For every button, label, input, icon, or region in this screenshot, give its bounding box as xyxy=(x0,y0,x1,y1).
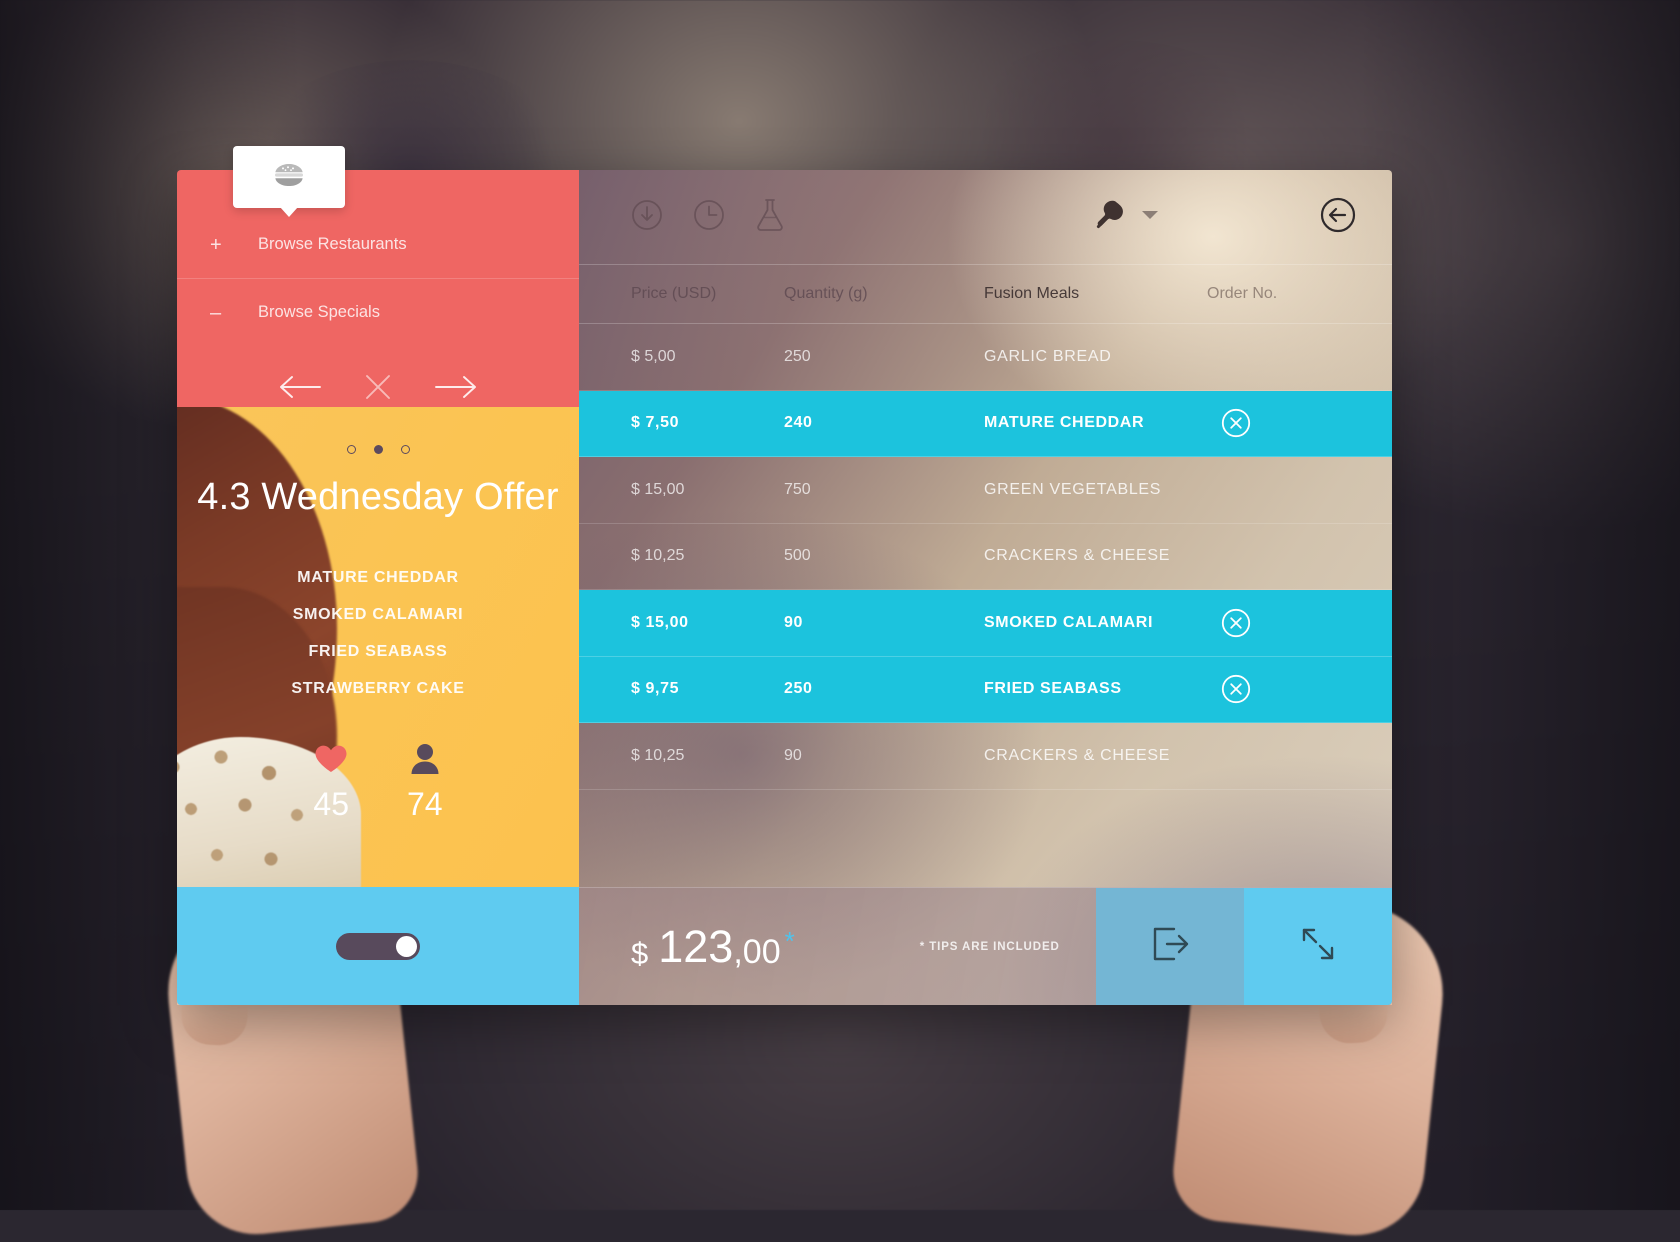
sidebar-item-label: Browse Restaurants xyxy=(258,235,407,253)
close-x-icon[interactable] xyxy=(364,373,392,401)
app-card: + Browse Restaurants – Browse Specials 4… xyxy=(177,146,1392,1005)
table-row-selected[interactable]: $ 15,00 90 SMOKED CALAMARI xyxy=(579,590,1392,657)
total-decimal: ,00 xyxy=(733,933,781,971)
cell-meal: CRACKERS & CHEESE xyxy=(984,746,1171,764)
tips-note: * TIPS ARE INCLUDED xyxy=(919,940,1060,953)
brand-tooltip[interactable] xyxy=(233,146,345,217)
cell-quantity: 750 xyxy=(784,480,811,498)
right-column: Price (USD) Quantity (g) Fusion Meals Or… xyxy=(579,170,1392,1005)
back-arrow-circle-icon[interactable] xyxy=(1320,197,1356,238)
sidebar-item-browse-specials[interactable]: – Browse Specials xyxy=(177,279,579,346)
carousel-dot[interactable] xyxy=(400,445,410,454)
carousel-dot[interactable] xyxy=(346,445,356,454)
currency-symbol: $ xyxy=(631,936,649,971)
table-body: $ 5,00 250 GARLIC BREAD $ 7,50 240 MATUR… xyxy=(579,324,1392,887)
total-amount: $ 123 ,00 * xyxy=(631,924,795,969)
table-row-selected[interactable]: $ 9,75 250 FRIED SEABASS xyxy=(579,656,1392,723)
total-summary: $ 123 ,00 * * TIPS ARE INCLUDED xyxy=(579,888,1096,1005)
toolbar-icon-group xyxy=(631,198,785,237)
offer-list-item: FRIED SEABASS xyxy=(308,643,448,660)
remove-circle-x-icon[interactable] xyxy=(1221,674,1251,704)
asterisk-marker: * xyxy=(784,926,795,956)
person-icon xyxy=(410,742,440,776)
likes-stat[interactable]: 45 xyxy=(313,742,349,823)
left-column: + Browse Restaurants – Browse Specials 4… xyxy=(177,146,579,1005)
cell-price: $ 7,50 xyxy=(631,414,680,432)
column-header-quantity[interactable]: Quantity (g) xyxy=(784,285,984,303)
settings-toggle[interactable] xyxy=(336,932,420,960)
cell-price: $ 5,00 xyxy=(631,347,676,365)
offer-title: 4.3 Wednesday Offer xyxy=(197,476,559,518)
table-row-selected[interactable]: $ 7,50 240 MATURE CHEDDAR xyxy=(579,390,1392,457)
offer-list-item: SMOKED CALAMARI xyxy=(292,606,464,623)
carousel-dots xyxy=(177,407,579,454)
cell-meal: MATURE CHEDDAR xyxy=(984,414,1145,432)
download-circle-icon[interactable] xyxy=(631,199,663,236)
table-row[interactable]: $ 10,25 500 CRACKERS & CHEESE xyxy=(579,524,1392,590)
offer-panel: 4.3 Wednesday Offer MATURE CHEDDAR SMOKE… xyxy=(177,407,579,887)
cell-quantity: 90 xyxy=(784,613,803,631)
burger-icon xyxy=(272,162,306,193)
heart-icon xyxy=(314,742,348,776)
meal-filter-dropdown[interactable] xyxy=(1095,198,1159,237)
table-row[interactable]: $ 15,00 750 GREEN VEGETABLES xyxy=(579,457,1392,524)
sidebar-item-browse-restaurants[interactable]: + Browse Restaurants xyxy=(177,211,579,278)
offer-list-item: STRAWBERRY CAKE xyxy=(291,680,465,697)
cell-price: $ 9,75 xyxy=(631,680,680,698)
cell-quantity: 240 xyxy=(784,414,813,432)
cell-quantity: 250 xyxy=(784,680,813,698)
cell-price: $ 10,25 xyxy=(631,746,685,764)
table-row[interactable]: $ 10,25 90 CRACKERS & CHEESE xyxy=(579,723,1392,790)
cell-quantity: 90 xyxy=(784,746,802,764)
table-row[interactable]: $ 5,00 250 GARLIC BREAD xyxy=(579,324,1392,391)
plus-icon: + xyxy=(210,233,222,256)
expand-diagonal-icon xyxy=(1300,926,1336,967)
offer-list-item: MATURE CHEDDAR xyxy=(297,569,459,586)
cell-quantity: 500 xyxy=(784,547,811,565)
arrow-right-icon[interactable] xyxy=(434,374,478,400)
table-header: Price (USD) Quantity (g) Fusion Meals Or… xyxy=(579,264,1392,324)
column-header-price[interactable]: Price (USD) xyxy=(579,285,784,303)
toolbar xyxy=(579,170,1392,264)
offer-content: 4.3 Wednesday Offer MATURE CHEDDAR SMOKE… xyxy=(177,407,579,823)
cell-order-no xyxy=(1207,408,1392,438)
exit-arrow-icon xyxy=(1150,926,1190,967)
cell-price: $ 15,00 xyxy=(631,613,689,631)
people-count: 74 xyxy=(407,786,443,822)
column-header-order-no[interactable]: Order No. xyxy=(1207,285,1392,303)
cell-price: $ 15,00 xyxy=(631,480,685,498)
likes-count: 45 xyxy=(313,786,349,822)
cell-meal: FRIED SEABASS xyxy=(984,680,1122,698)
offer-stats: 45 74 xyxy=(177,742,579,823)
minus-icon: – xyxy=(210,301,222,324)
flask-icon[interactable] xyxy=(755,198,785,237)
table-empty-space xyxy=(579,790,1392,888)
carousel-dot-active[interactable] xyxy=(373,445,383,454)
expand-button[interactable] xyxy=(1244,888,1392,1005)
cell-order-no xyxy=(1207,608,1392,638)
cell-quantity: 250 xyxy=(784,347,811,365)
people-stat[interactable]: 74 xyxy=(407,742,443,823)
chevron-down-icon xyxy=(1141,208,1159,226)
sidebar-item-label: Browse Specials xyxy=(258,303,380,321)
cell-meal: SMOKED CALAMARI xyxy=(984,613,1153,631)
browse-panel: + Browse Restaurants – Browse Specials xyxy=(177,146,579,407)
cell-meal: CRACKERS & CHEESE xyxy=(984,547,1171,565)
clock-circle-icon[interactable] xyxy=(693,199,725,236)
column-header-meals[interactable]: Fusion Meals xyxy=(984,285,1207,303)
checkout-button[interactable] xyxy=(1096,888,1244,1005)
arrow-left-icon[interactable] xyxy=(278,374,322,400)
cell-price: $ 10,25 xyxy=(631,547,685,565)
cell-meal: GREEN VEGETABLES xyxy=(984,480,1162,498)
remove-circle-x-icon[interactable] xyxy=(1221,608,1251,638)
total-bar: $ 123 ,00 * * TIPS ARE INCLUDED xyxy=(579,887,1392,1005)
cell-meal: GARLIC BREAD xyxy=(984,347,1112,365)
chicken-leg-icon xyxy=(1095,198,1129,237)
total-integer: 123 xyxy=(658,921,734,972)
offer-item-list: MATURE CHEDDAR SMOKED CALAMARI FRIED SEA… xyxy=(177,569,579,698)
remove-circle-x-icon[interactable] xyxy=(1221,408,1251,438)
cell-order-no xyxy=(1207,674,1392,704)
toggle-panel xyxy=(177,887,579,1005)
toggle-knob xyxy=(396,935,417,957)
